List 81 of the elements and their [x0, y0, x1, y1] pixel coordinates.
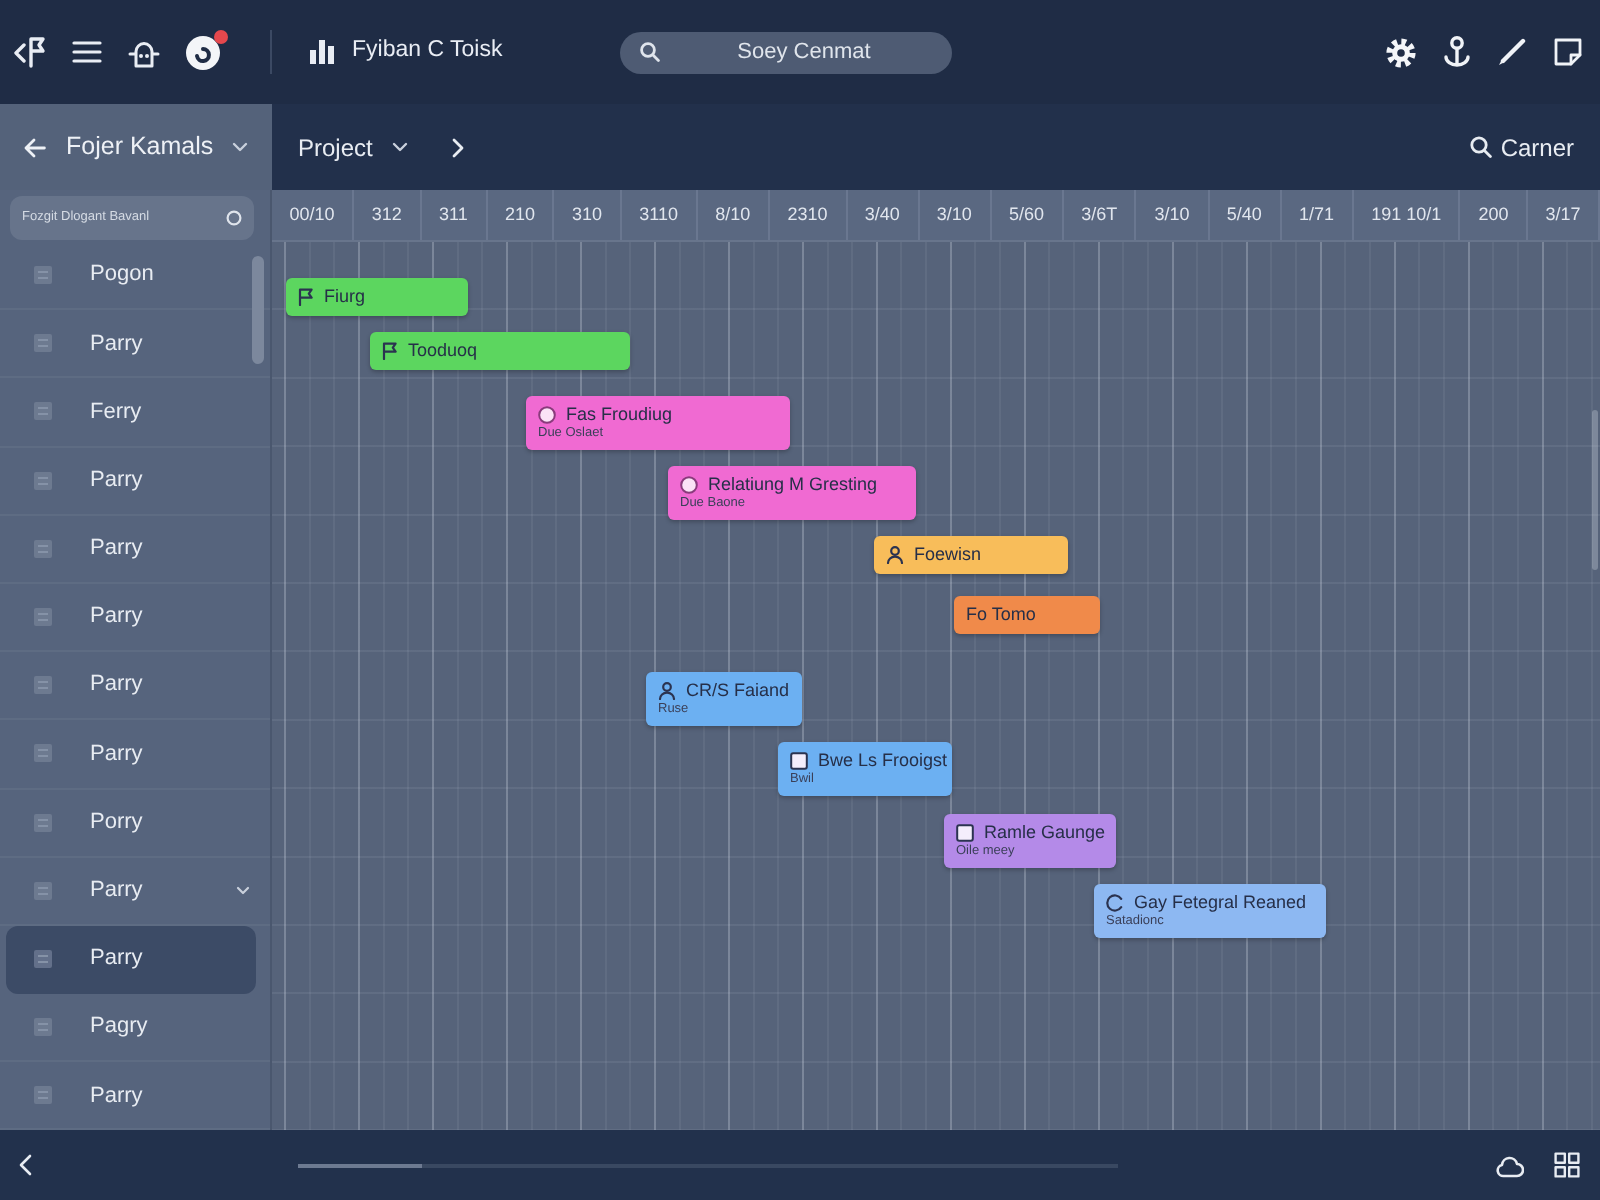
sidebar-item[interactable]: Parry — [0, 447, 270, 516]
square-icon — [34, 949, 52, 968]
task-bar[interactable]: Foewisn — [874, 536, 1068, 574]
sidebar-item[interactable]: Parry — [0, 515, 270, 584]
circle-icon — [226, 210, 242, 226]
column-header: 5/60 — [991, 190, 1064, 240]
square-icon — [34, 1086, 52, 1105]
scrollbar-thumb[interactable] — [298, 1163, 422, 1167]
grid-icon[interactable] — [1554, 1152, 1580, 1178]
column-header: 3/10 — [1136, 190, 1210, 240]
pen-icon[interactable] — [1498, 38, 1526, 66]
search-button[interactable]: Carner — [1470, 129, 1574, 165]
sidebar-item[interactable]: Parry — [0, 720, 270, 789]
avatar-icon[interactable] — [186, 35, 220, 69]
square-icon — [34, 334, 52, 353]
sidebar-item[interactable]: Ferry — [0, 378, 270, 448]
logo-icon[interactable] — [14, 36, 46, 68]
menu-icon[interactable] — [72, 40, 102, 64]
square-icon — [34, 266, 52, 285]
search-field[interactable]: Soey Cenmat — [620, 31, 952, 73]
column-header: 3/17 — [1528, 190, 1600, 240]
chevron-left-icon[interactable] — [18, 1154, 32, 1176]
note-icon[interactable] — [1554, 38, 1582, 66]
cloud-icon[interactable] — [1496, 1153, 1524, 1177]
sidebar-item[interactable]: Parry — [0, 652, 270, 721]
sidebar-item[interactable]: Porry — [0, 789, 270, 858]
chevron-down-icon[interactable] — [236, 886, 250, 897]
square-icon — [34, 744, 52, 763]
column-header: 1/71 — [1281, 190, 1354, 240]
search-icon — [1470, 136, 1493, 158]
column-header: 200 — [1460, 190, 1529, 240]
square-icon — [34, 471, 52, 490]
app-title: Fyiban C Toisk — [352, 36, 503, 67]
column-header: 311 — [421, 190, 488, 240]
column-header: 3/40 — [847, 190, 920, 240]
square-icon — [34, 539, 52, 558]
sidebar-item[interactable]: Parry — [0, 583, 270, 653]
circle-icon — [538, 406, 556, 424]
flag-icon — [382, 342, 398, 360]
square-icon — [34, 608, 52, 627]
column-header: 3/6T — [1063, 190, 1137, 240]
project-dropdown[interactable]: Project — [298, 129, 409, 165]
column-header: 310 — [554, 190, 622, 240]
square-icon — [34, 1018, 52, 1037]
task-bar[interactable]: Fo Tomo — [954, 596, 1100, 634]
person-icon — [886, 546, 904, 564]
column-header: 5/40 — [1209, 190, 1282, 240]
task-bar[interactable]: Tooduoq — [370, 332, 630, 370]
flag-icon — [298, 288, 314, 306]
sidebar-item[interactable]: Parry — [6, 925, 256, 995]
person-icon — [658, 682, 676, 700]
column-header: 191 10/1 — [1353, 190, 1461, 240]
column-header: 3110 — [621, 190, 698, 240]
robot-icon[interactable] — [128, 37, 160, 67]
scrollbar-thumb[interactable] — [1592, 410, 1598, 570]
settings-icon[interactable] — [1386, 37, 1416, 67]
column-header: 3/10 — [919, 190, 992, 240]
chevron-down-icon — [231, 142, 248, 152]
column-header: 312 — [354, 190, 422, 240]
back-arrow-icon[interactable] — [24, 137, 46, 157]
chevron-down-icon — [392, 142, 409, 152]
bar-chart-icon — [310, 40, 334, 64]
square-icon — [790, 752, 808, 770]
column-header: 8/10 — [697, 190, 770, 240]
chevron-right-icon[interactable] — [452, 137, 465, 157]
circle-icon — [680, 476, 698, 494]
task-bar[interactable]: Fiurg — [286, 278, 468, 316]
column-header: 00/10 — [272, 190, 355, 240]
column-header: 2310 — [769, 190, 848, 240]
square-icon — [34, 813, 52, 832]
ring-icon — [1106, 894, 1124, 912]
search-icon — [640, 42, 660, 62]
square-icon — [956, 824, 974, 842]
square-icon — [34, 676, 52, 695]
square-icon — [34, 881, 52, 900]
anchor-icon[interactable] — [1444, 36, 1470, 68]
scrollbar-thumb[interactable] — [252, 256, 264, 364]
sidebar-item[interactable]: Pagry — [0, 994, 270, 1063]
notification-dot-icon — [214, 29, 228, 43]
column-header: 210 — [487, 190, 555, 240]
square-icon — [34, 402, 52, 421]
